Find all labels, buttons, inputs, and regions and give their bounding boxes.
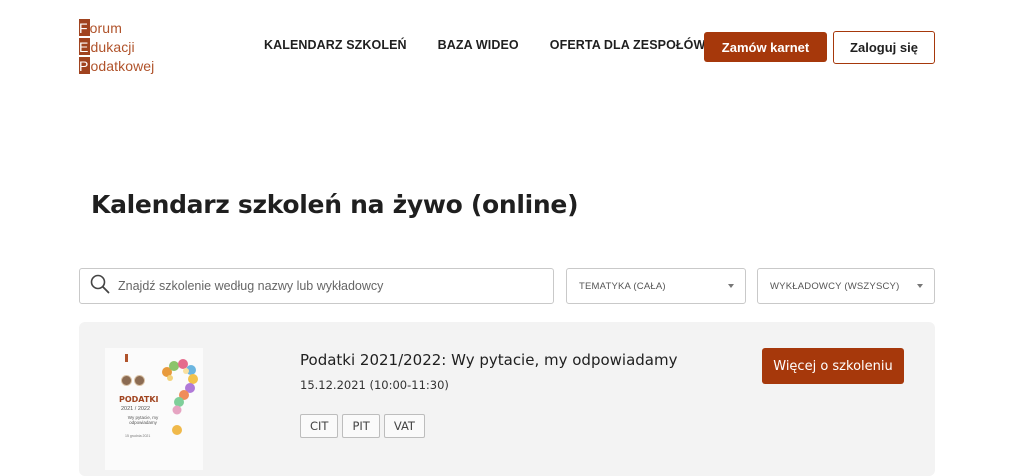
thumb-years: 2021 / 2022 (121, 406, 151, 412)
logo-line-rest: Podatkowej (79, 57, 155, 74)
nav-item-video-base[interactable]: BAZA WIDEO (438, 38, 519, 52)
tag-pit[interactable]: PIT (342, 414, 380, 438)
main-nav: KALENDARZ SZKOLEŃ BAZA WIDEO OFERTA DLA … (264, 38, 705, 52)
avatar (121, 375, 132, 386)
nav-item-calendar[interactable]: KALENDARZ SZKOLEŃ (264, 38, 407, 52)
topic-select[interactable]: TEMATYKA (CAŁA) (566, 268, 746, 304)
logo-line-rest: Edukacji (79, 38, 135, 55)
logo-line: Forum (79, 18, 179, 37)
caret-down-icon (728, 284, 734, 288)
thumb-title: PODATKI (119, 395, 159, 404)
lecturer-select-value: WYKŁADOWCY (WSZYSCY) (770, 280, 900, 292)
caret-down-icon (917, 284, 923, 288)
logo-line: Edukacji (79, 37, 179, 56)
training-tags: CIT PIT VAT (300, 414, 425, 438)
order-pass-button[interactable]: Zamów karnet (704, 32, 827, 62)
logo-line: Podatkowej (79, 56, 179, 75)
training-title[interactable]: Podatki 2021/2022: Wy pytacie, my odpowi… (300, 351, 677, 369)
site-logo[interactable]: Forum Edukacji Podatkowej (79, 18, 179, 76)
lecturer-avatars (121, 375, 145, 386)
thumb-logo (125, 354, 128, 362)
login-button[interactable]: Zaloguj się (833, 31, 935, 64)
training-thumbnail[interactable]: PODATKI 2021 / 2022 Wy pytacie, my odpow… (105, 348, 203, 470)
tag-cit[interactable]: CIT (300, 414, 339, 438)
search-box (79, 268, 554, 304)
topic-select-value: TEMATYKA (CAŁA) (579, 280, 666, 292)
nav-item-team-offer[interactable]: OFERTA DLA ZESPOŁÓW (550, 38, 706, 52)
avatar (134, 375, 145, 386)
training-date: 15.12.2021 (10:00-11:30) (300, 378, 449, 392)
training-card: PODATKI 2021 / 2022 Wy pytacie, my odpow… (79, 322, 935, 476)
thumb-subtitle: Wy pytacie, my odpowiadamy (127, 415, 159, 425)
more-about-training-button[interactable]: Więcej o szkoleniu (762, 348, 904, 384)
tag-vat[interactable]: VAT (383, 414, 425, 438)
search-icon (90, 274, 110, 299)
lecturer-select[interactable]: WYKŁADOWCY (WSZYSCY) (757, 268, 935, 304)
thumb-date: 15 grudnia 2021 (125, 434, 151, 438)
search-input[interactable] (118, 279, 538, 293)
question-mark-icon (162, 359, 198, 435)
logo-line-rest: Forum (79, 19, 122, 36)
page-title: Kalendarz szkoleń na żywo (online) (91, 190, 579, 219)
